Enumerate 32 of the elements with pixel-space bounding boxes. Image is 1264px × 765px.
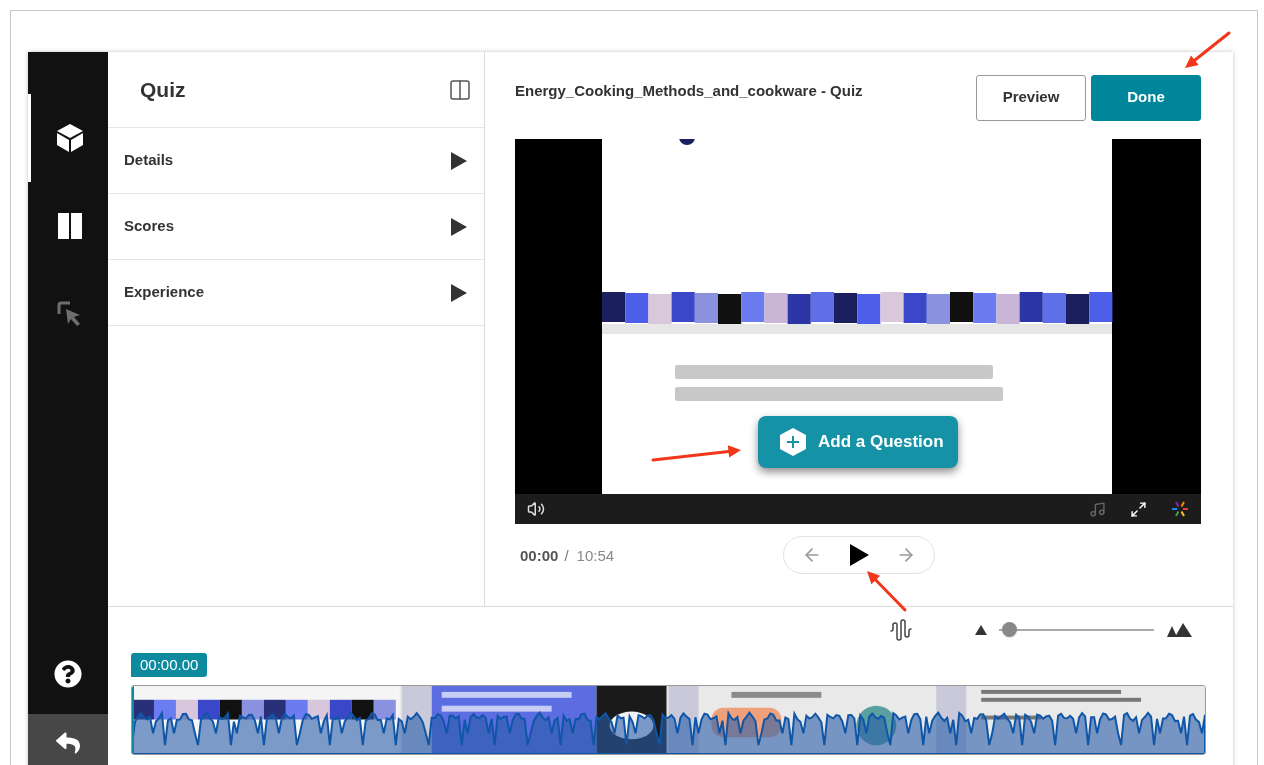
- slider-thumb[interactable]: [1001, 622, 1017, 637]
- cube-icon: [55, 123, 84, 153]
- zoom-in-icon[interactable]: [1166, 623, 1192, 637]
- section-row[interactable]: Experience: [108, 260, 484, 326]
- split-page-icon: [57, 213, 82, 239]
- help-icon: [54, 660, 82, 688]
- fullscreen-icon[interactable]: [1130, 500, 1147, 518]
- total-time: 10:54: [576, 545, 615, 566]
- preview-button[interactable]: Preview: [976, 74, 1086, 121]
- current-time: 00:00: [520, 545, 559, 566]
- waveform-icon[interactable]: [889, 618, 913, 642]
- panel-layout-icon[interactable]: [448, 77, 472, 102]
- back-button[interactable]: [28, 714, 108, 765]
- play-icon[interactable]: [849, 544, 869, 566]
- done-button[interactable]: Done: [1091, 74, 1201, 121]
- zoom-slider[interactable]: [999, 622, 1154, 638]
- playhead-line: [132, 686, 134, 754]
- spark-logo-icon[interactable]: [1171, 500, 1189, 518]
- plus-hexagon-icon: [780, 428, 806, 456]
- add-question-button[interactable]: Add a Question: [758, 416, 958, 468]
- panel-title: Quiz: [140, 76, 186, 103]
- section-row[interactable]: Scores: [108, 194, 484, 260]
- time-separator: /: [564, 545, 569, 566]
- volume-icon[interactable]: [527, 500, 545, 518]
- playhead-timestamp: 00:00.00: [131, 653, 208, 677]
- annotation-arrow: [867, 571, 907, 612]
- music-note-icon[interactable]: [1089, 500, 1106, 518]
- editor-title: Energy_Cooking_Methods_and_cookware - Quiz: [515, 81, 863, 102]
- back-icon: [56, 731, 80, 755]
- zoom-out-icon[interactable]: [975, 625, 987, 635]
- annotation-arrow: [1185, 31, 1231, 68]
- section-row[interactable]: Details: [108, 128, 484, 194]
